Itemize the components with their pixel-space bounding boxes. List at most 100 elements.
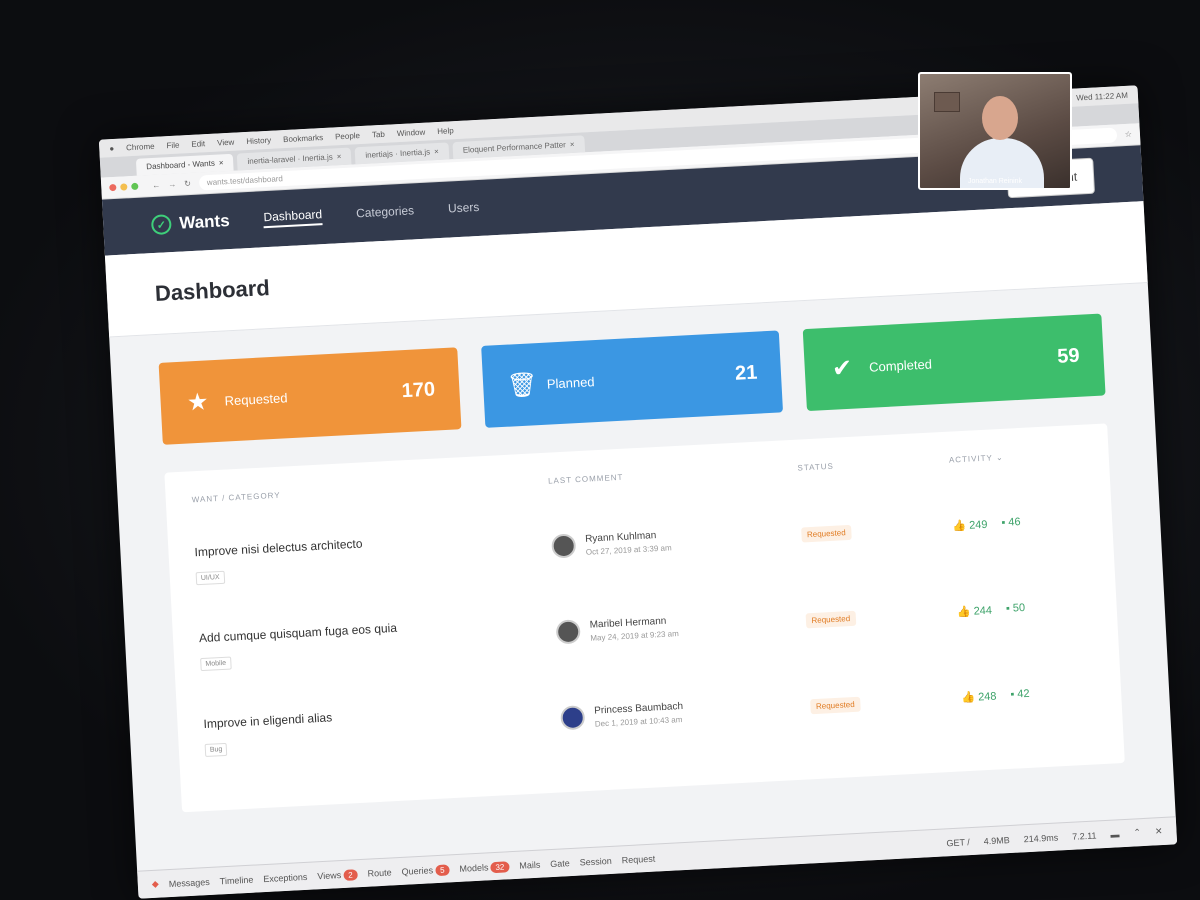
webcam-overlay: Jonathan Reinink (918, 72, 1072, 190)
avatar (550, 533, 577, 559)
card-count: 21 (734, 361, 758, 385)
commenter-name: Princess Baumbach (593, 700, 684, 717)
zoom-window-button[interactable] (131, 182, 139, 191)
status-badge: Requested (800, 524, 853, 543)
thumbs-up-icon: 👍 (961, 691, 976, 704)
commenter-name: Ryann Kuhlman (584, 529, 657, 545)
chevron-up-icon[interactable]: ⌃ (1133, 827, 1141, 838)
planned-card[interactable]: 🗑 Planned 21 (480, 330, 784, 428)
debug-tab-label: Models (459, 861, 489, 874)
debug-memory: 4.9MB (983, 834, 1010, 846)
menubar-item[interactable]: Help (437, 126, 454, 136)
menubar-item[interactable]: History (246, 135, 271, 145)
menubar-item[interactable]: File (166, 140, 179, 150)
app-brand[interactable]: ✓ Wants (150, 211, 231, 236)
check-icon: ✔ (831, 354, 853, 383)
apple-icon: ● (109, 143, 115, 153)
card-count: 170 (401, 377, 436, 402)
debug-tab-exceptions[interactable]: Exceptions (263, 871, 307, 883)
nav-categories[interactable]: Categories (356, 203, 415, 222)
debug-tab-request[interactable]: Request (621, 853, 655, 865)
tab-label: inertia-laravel · Inertia.js (247, 152, 333, 166)
vote-count: 248 (977, 690, 997, 703)
nav-dashboard[interactable]: Dashboard (263, 207, 323, 229)
comment-count: 46 (1008, 515, 1021, 529)
card-count: 59 (1056, 344, 1081, 368)
want-title[interactable]: Improve in eligendi alias (203, 698, 560, 731)
debug-tab-label: Views (317, 869, 342, 881)
card-label: Completed (868, 355, 933, 375)
star-icon: ★ (186, 387, 210, 416)
requested-card[interactable]: ★ Requested 170 (158, 347, 462, 445)
debug-tab-timeline[interactable]: Timeline (219, 874, 253, 886)
comment-date: May 24, 2019 at 9:23 am (590, 628, 679, 643)
menubar-item[interactable]: Tab (372, 129, 385, 139)
debug-tab-session[interactable]: Session (579, 855, 612, 867)
tab-label: Dashboard - Wants (146, 158, 216, 172)
close-window-button[interactable] (109, 183, 117, 192)
card-label: Requested (224, 389, 288, 408)
check-circle-icon: ✓ (150, 214, 172, 236)
status-badge: Requested (805, 610, 857, 629)
debug-duration[interactable]: 214.9ms (1023, 832, 1058, 844)
comment-count: 50 (1012, 601, 1026, 615)
menubar-item[interactable]: Window (397, 127, 426, 137)
star-icon[interactable]: ☆ (1125, 130, 1133, 139)
debug-tab-gate[interactable]: Gate (550, 858, 570, 869)
card-label: Planned (546, 373, 595, 392)
tab-label: Eloquent Performance Patter (462, 140, 567, 155)
nav-users[interactable]: Users (448, 200, 480, 218)
window-controls (109, 182, 139, 192)
close-icon[interactable]: ✕ (1155, 826, 1163, 837)
brand-name: Wants (178, 211, 231, 233)
category-tag: Bug (204, 742, 228, 758)
minimize-window-button[interactable] (120, 183, 128, 191)
menubar-item[interactable]: View (217, 137, 235, 147)
menubar-item[interactable]: Chrome (126, 141, 155, 151)
debug-tab-queries[interactable]: Queries 5 (401, 863, 450, 877)
debug-tab-label: Queries (401, 864, 434, 877)
comment-count: 42 (1017, 687, 1030, 700)
commenter-name: Maribel Hermann (589, 615, 667, 631)
category-tag: Mobile (200, 656, 232, 672)
debug-route-method[interactable]: GET / (946, 837, 970, 848)
forward-icon[interactable]: → (168, 180, 176, 189)
menubar-item[interactable]: Edit (191, 139, 205, 149)
menubar-clock: Wed 11:22 AM (1075, 90, 1129, 103)
vote-count: 244 (973, 604, 993, 618)
thumbs-up-icon: 👍 (956, 605, 971, 618)
avatar (559, 705, 586, 731)
debug-tab-mails[interactable]: Mails (519, 859, 541, 870)
category-tag: UI/UX (195, 570, 225, 586)
debug-tab-messages[interactable]: Messages (169, 876, 210, 888)
debug-tab-route[interactable]: Route (367, 867, 392, 878)
page-title: Dashboard (154, 274, 271, 306)
comment-date: Oct 27, 2019 at 3:39 am (585, 542, 672, 557)
thumbs-up-icon: 👍 (952, 519, 967, 533)
debug-count-badge: 5 (434, 863, 450, 876)
back-icon[interactable]: ← (152, 181, 160, 190)
reload-icon[interactable]: ↻ (184, 179, 191, 188)
trash-icon: 🗑 (506, 370, 539, 400)
comment-date: Dec 1, 2019 at 10:43 am (594, 714, 683, 729)
menubar-item[interactable]: People (335, 131, 360, 141)
want-title[interactable]: Improve nisi delectus architecto (194, 527, 551, 560)
debug-php-version: 7.2.11 (1071, 829, 1097, 842)
status-badge: Requested (809, 696, 862, 715)
avatar (555, 619, 581, 645)
address-url: wants.test/dashboard (206, 174, 284, 188)
debug-tab-models[interactable]: Models 32 (459, 860, 510, 874)
presenter-head (982, 96, 1018, 140)
vote-count: 249 (968, 518, 988, 532)
debug-count-badge: 32 (490, 860, 510, 873)
webcam-caption: Jonathan Reinink (967, 178, 1023, 185)
want-title[interactable]: Add cumque quisquam fuga eos quia (199, 613, 556, 645)
folder-icon[interactable]: ▬ (1110, 829, 1120, 839)
laravel-logo-icon[interactable]: ◆ (152, 879, 159, 890)
completed-card[interactable]: ✔ Completed 59 (803, 313, 1106, 412)
debug-tab-views[interactable]: Views 2 (317, 868, 358, 881)
debug-count-badge: 2 (342, 868, 358, 881)
column-activity[interactable]: Activity ⌄ (948, 443, 1083, 483)
comment-icon: ▪ (1010, 688, 1015, 701)
menubar-item[interactable]: Bookmarks (283, 133, 323, 144)
